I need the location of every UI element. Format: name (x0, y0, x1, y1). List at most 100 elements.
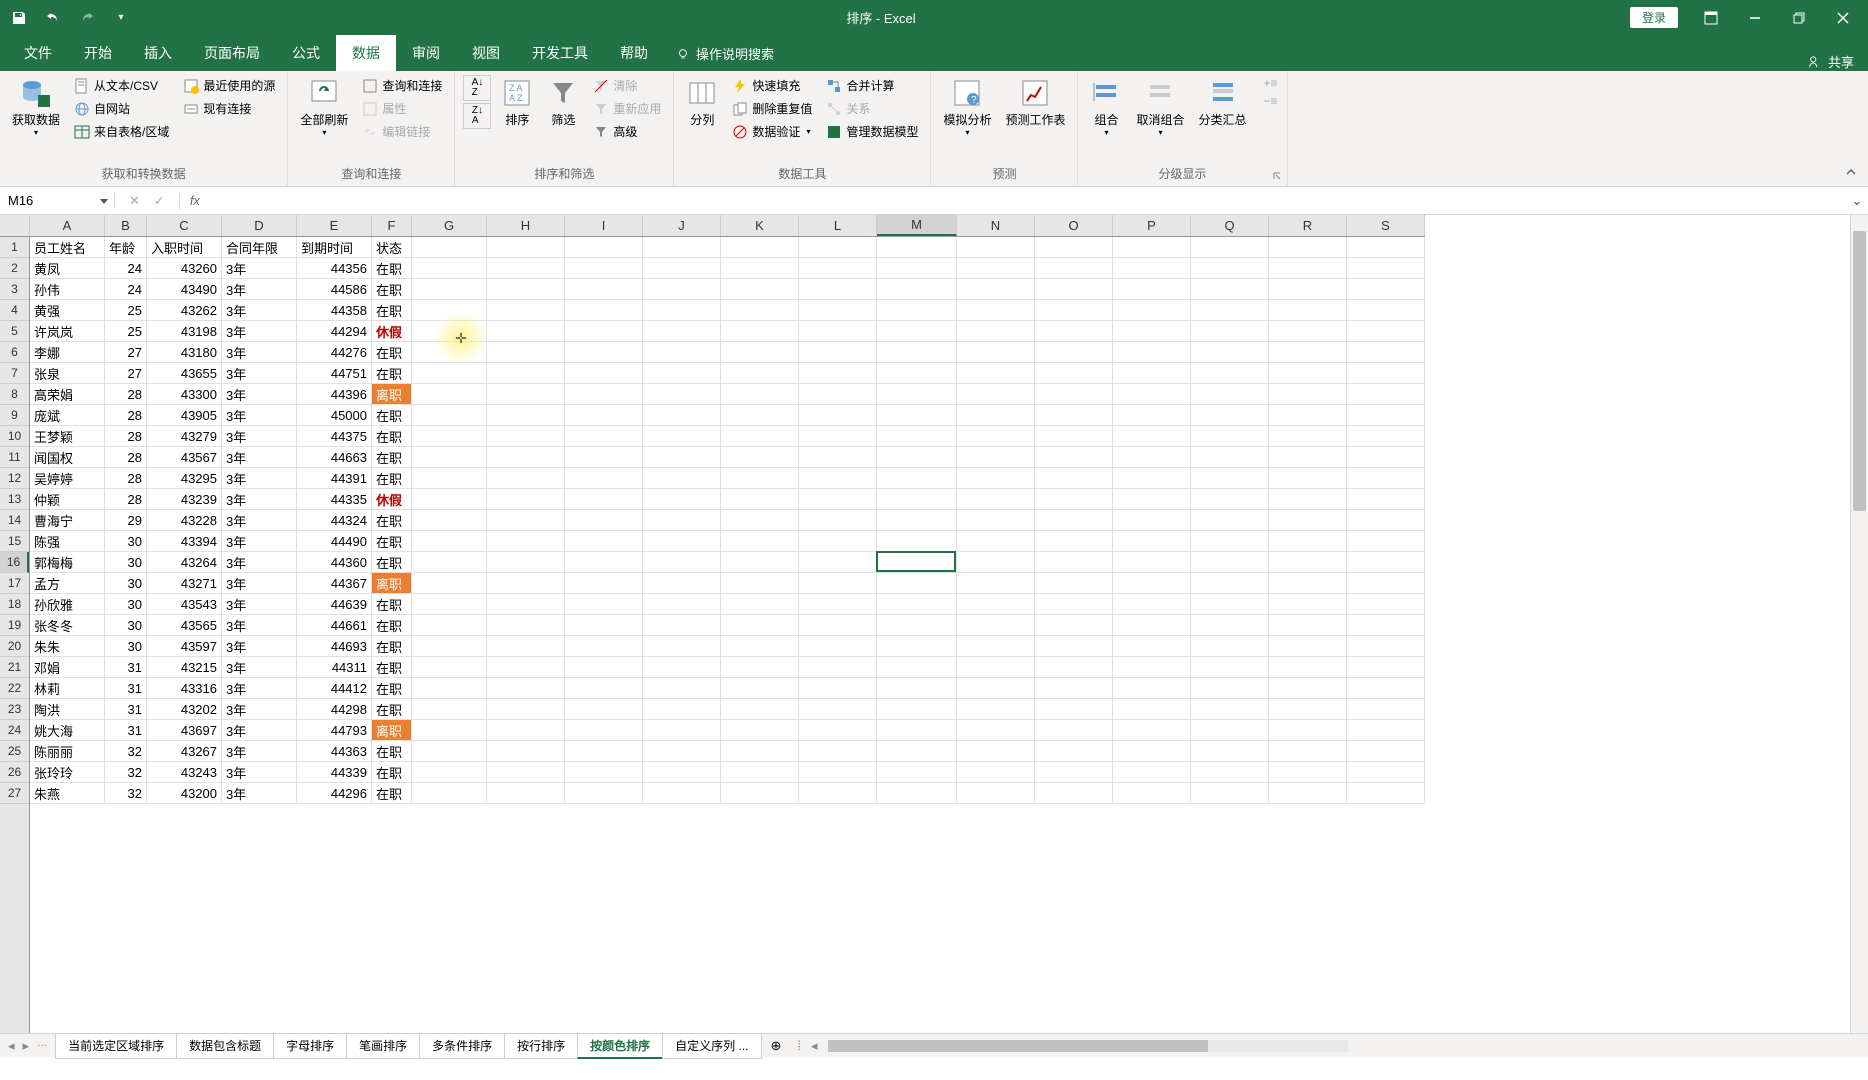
cell[interactable] (957, 678, 1035, 699)
cell[interactable] (799, 720, 877, 741)
filter-button[interactable]: 筛选 (543, 75, 583, 130)
cell[interactable] (799, 678, 877, 699)
cell[interactable] (487, 384, 565, 405)
cell[interactable] (1191, 636, 1269, 657)
hscroll-left-button[interactable]: ◂ (807, 1038, 822, 1054)
cell[interactable] (799, 489, 877, 510)
cell[interactable] (1035, 321, 1113, 342)
row-header[interactable]: 20 (0, 636, 29, 657)
cell[interactable] (877, 573, 957, 594)
cell[interactable]: 43316 (147, 678, 222, 699)
row-header[interactable]: 14 (0, 510, 29, 531)
cell[interactable] (799, 573, 877, 594)
cell[interactable] (487, 426, 565, 447)
cell[interactable] (957, 552, 1035, 573)
cell[interactable] (1035, 384, 1113, 405)
cell[interactable] (877, 552, 957, 573)
cell[interactable] (412, 678, 487, 699)
cell[interactable] (643, 741, 721, 762)
cell[interactable] (799, 510, 877, 531)
tell-me-search[interactable]: 操作说明搜索 (664, 36, 786, 71)
advanced-filter-button[interactable]: 高级 (589, 121, 665, 142)
cell[interactable]: 3年 (222, 468, 297, 489)
cell[interactable] (721, 636, 799, 657)
cell[interactable] (1113, 447, 1191, 468)
row-header[interactable]: 13 (0, 489, 29, 510)
cell[interactable] (1269, 384, 1347, 405)
row-header[interactable]: 1 (0, 237, 29, 258)
cell[interactable]: 44663 (297, 447, 372, 468)
col-header-O[interactable]: O (1035, 215, 1113, 236)
cell[interactable]: 在职 (372, 405, 412, 426)
cell[interactable]: 吴婷婷 (30, 468, 105, 489)
cell[interactable] (1113, 762, 1191, 783)
cell[interactable] (487, 699, 565, 720)
col-header-A[interactable]: A (30, 215, 105, 236)
enter-formula-button[interactable]: ✓ (154, 193, 165, 209)
cell[interactable] (1035, 258, 1113, 279)
cell[interactable] (721, 531, 799, 552)
cell[interactable]: 张泉 (30, 363, 105, 384)
cell[interactable]: 44751 (297, 363, 372, 384)
cell[interactable] (1347, 552, 1425, 573)
sheet-tab[interactable]: 按颜色排序 (577, 1033, 663, 1059)
cell[interactable] (1347, 594, 1425, 615)
cell[interactable] (643, 237, 721, 258)
cell[interactable] (877, 783, 957, 804)
cell[interactable] (565, 699, 643, 720)
cell[interactable] (412, 405, 487, 426)
consolidate-button[interactable]: 合并计算 (822, 75, 922, 96)
cell[interactable] (643, 342, 721, 363)
cell[interactable]: 3年 (222, 300, 297, 321)
cell[interactable] (1113, 657, 1191, 678)
cell[interactable]: 43267 (147, 741, 222, 762)
cell[interactable]: 庞斌 (30, 405, 105, 426)
cell[interactable] (412, 363, 487, 384)
cell[interactable]: 3年 (222, 678, 297, 699)
cell[interactable] (877, 447, 957, 468)
cell[interactable] (412, 636, 487, 657)
cell[interactable] (799, 762, 877, 783)
cell[interactable] (1347, 510, 1425, 531)
col-header-H[interactable]: H (487, 215, 565, 236)
cell[interactable]: 30 (105, 594, 147, 615)
cell[interactable] (412, 552, 487, 573)
cell[interactable]: 在职 (372, 657, 412, 678)
cell[interactable] (1347, 300, 1425, 321)
cell[interactable] (877, 300, 957, 321)
cell[interactable]: 44490 (297, 531, 372, 552)
col-header-L[interactable]: L (799, 215, 877, 236)
cell[interactable] (721, 552, 799, 573)
edit-links-button[interactable]: 编辑链接 (358, 121, 446, 142)
cell[interactable]: 在职 (372, 510, 412, 531)
cell[interactable] (565, 300, 643, 321)
cell[interactable] (643, 426, 721, 447)
cell[interactable] (799, 321, 877, 342)
cell[interactable] (412, 510, 487, 531)
col-header-D[interactable]: D (222, 215, 297, 236)
cell[interactable]: 高荣娟 (30, 384, 105, 405)
cell[interactable] (1035, 678, 1113, 699)
cell[interactable] (487, 741, 565, 762)
cell[interactable] (799, 300, 877, 321)
cell[interactable]: 28 (105, 489, 147, 510)
cell[interactable] (1269, 573, 1347, 594)
cell[interactable]: 44356 (297, 258, 372, 279)
cell[interactable]: 43565 (147, 615, 222, 636)
cell[interactable] (1113, 678, 1191, 699)
cell[interactable] (877, 426, 957, 447)
cell[interactable]: 在职 (372, 699, 412, 720)
row-header[interactable]: 3 (0, 279, 29, 300)
cell[interactable] (957, 258, 1035, 279)
cell[interactable] (1113, 300, 1191, 321)
cell[interactable]: 离职 (372, 720, 412, 741)
cell[interactable]: 3年 (222, 699, 297, 720)
col-header-K[interactable]: K (721, 215, 799, 236)
cell[interactable] (1035, 426, 1113, 447)
cell[interactable]: 在职 (372, 594, 412, 615)
cell[interactable] (721, 237, 799, 258)
cell[interactable] (1035, 594, 1113, 615)
cell[interactable] (643, 468, 721, 489)
cell[interactable]: 44391 (297, 468, 372, 489)
cell[interactable]: 43697 (147, 720, 222, 741)
